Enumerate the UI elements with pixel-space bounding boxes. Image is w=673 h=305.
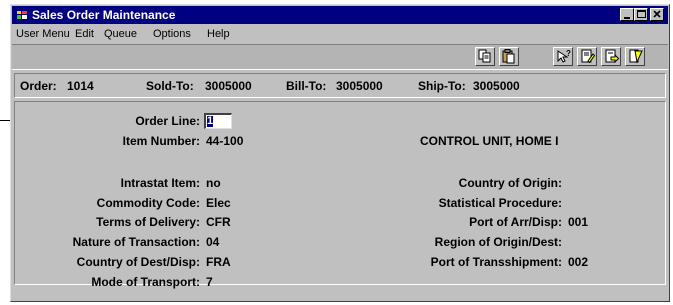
- maximize-button[interactable]: [634, 8, 648, 21]
- statistical-procedure-label: Statistical Procedure:: [438, 196, 562, 210]
- port-of-arr-value: 001: [568, 215, 589, 229]
- svg-text:?: ?: [566, 49, 571, 58]
- nature-of-transaction-label: Nature of Transaction:: [72, 235, 200, 249]
- next-doc-icon: [605, 49, 620, 64]
- menu-options[interactable]: Options: [153, 25, 191, 43]
- item-number-label: Item Number:: [122, 134, 200, 148]
- ship-to-label: Ship-To:: [418, 79, 466, 93]
- mode-of-transport-label: Mode of Transport:: [91, 275, 200, 289]
- port-of-arr-label: Port of Arr/Disp:: [469, 215, 562, 229]
- country-of-dest-label: Country of Dest/Disp:: [76, 255, 200, 269]
- edit-document-button[interactable]: [577, 47, 597, 66]
- help-pointer-button[interactable]: ?: [553, 47, 573, 66]
- toolbar: ?: [12, 44, 668, 70]
- country-of-origin-label: Country of Origin:: [458, 176, 562, 190]
- window-title: Sales Order Maintenance: [32, 8, 176, 22]
- commodity-code-label: Commodity Code:: [96, 196, 200, 210]
- line-detail-panel: Order Line: 1 Item Number: 44-100 CONTRO…: [14, 101, 666, 289]
- exit-icon: [629, 49, 643, 64]
- bill-to-value: 3005000: [336, 79, 383, 93]
- nature-of-transaction-value: 04: [206, 235, 220, 249]
- order-header-panel: Order: 1014 Sold-To: 3005000 Bill-To: 30…: [14, 73, 666, 98]
- terms-of-delivery-value: CFR: [206, 215, 231, 229]
- exit-button[interactable]: [625, 47, 645, 66]
- paste-icon: [502, 49, 515, 64]
- copy-button[interactable]: [475, 47, 495, 66]
- commodity-code-value: Elec: [206, 196, 231, 210]
- terms-of-delivery-label: Terms of Delivery:: [96, 215, 200, 229]
- mode-of-transport-value: 7: [206, 275, 213, 289]
- order-label: Order:: [20, 79, 57, 93]
- title-bar[interactable]: Sales Order Maintenance: [12, 6, 668, 24]
- item-description: CONTROL UNIT, HOME I: [420, 134, 559, 148]
- sales-order-window: Sales Order Maintenance User Menu Edit Q…: [10, 4, 670, 302]
- ship-to-value: 3005000: [473, 79, 520, 93]
- minimize-icon: [624, 17, 630, 19]
- close-button[interactable]: [650, 8, 664, 21]
- menu-bar: User Menu Edit Queue Options Help: [12, 25, 668, 43]
- intrastat-item-label: Intrastat Item:: [120, 176, 200, 190]
- paste-button[interactable]: [499, 47, 519, 66]
- port-of-transshipment-label: Port of Transshipment:: [430, 255, 562, 269]
- edit-doc-icon: [581, 49, 596, 64]
- sold-to-value: 3005000: [205, 79, 252, 93]
- minimize-button[interactable]: [620, 8, 634, 21]
- bill-to-label: Bill-To:: [286, 79, 327, 93]
- menu-user-menu[interactable]: User Menu: [16, 25, 70, 43]
- port-of-transshipment-value: 002: [568, 255, 589, 269]
- item-number-value: 44-100: [206, 134, 244, 148]
- country-of-dest-value: FRA: [206, 255, 231, 269]
- intrastat-item-value: no: [206, 176, 221, 190]
- order-line-input[interactable]: 1: [204, 113, 232, 129]
- region-of-origin-label: Region of Origin/Dest:: [434, 235, 562, 249]
- close-icon: [653, 10, 661, 18]
- menu-help[interactable]: Help: [207, 25, 230, 43]
- maximize-icon: [637, 10, 646, 18]
- app-icon: [17, 11, 27, 19]
- menu-edit[interactable]: Edit: [75, 25, 94, 43]
- help-pointer-icon: ?: [557, 49, 571, 63]
- order-value: 1014: [67, 79, 94, 93]
- order-line-value: 1: [207, 115, 214, 127]
- copy-icon: [478, 49, 491, 63]
- next-document-button[interactable]: [601, 47, 621, 66]
- sold-to-label: Sold-To:: [146, 79, 194, 93]
- menu-queue[interactable]: Queue: [104, 25, 137, 43]
- order-line-label: Order Line:: [135, 114, 200, 128]
